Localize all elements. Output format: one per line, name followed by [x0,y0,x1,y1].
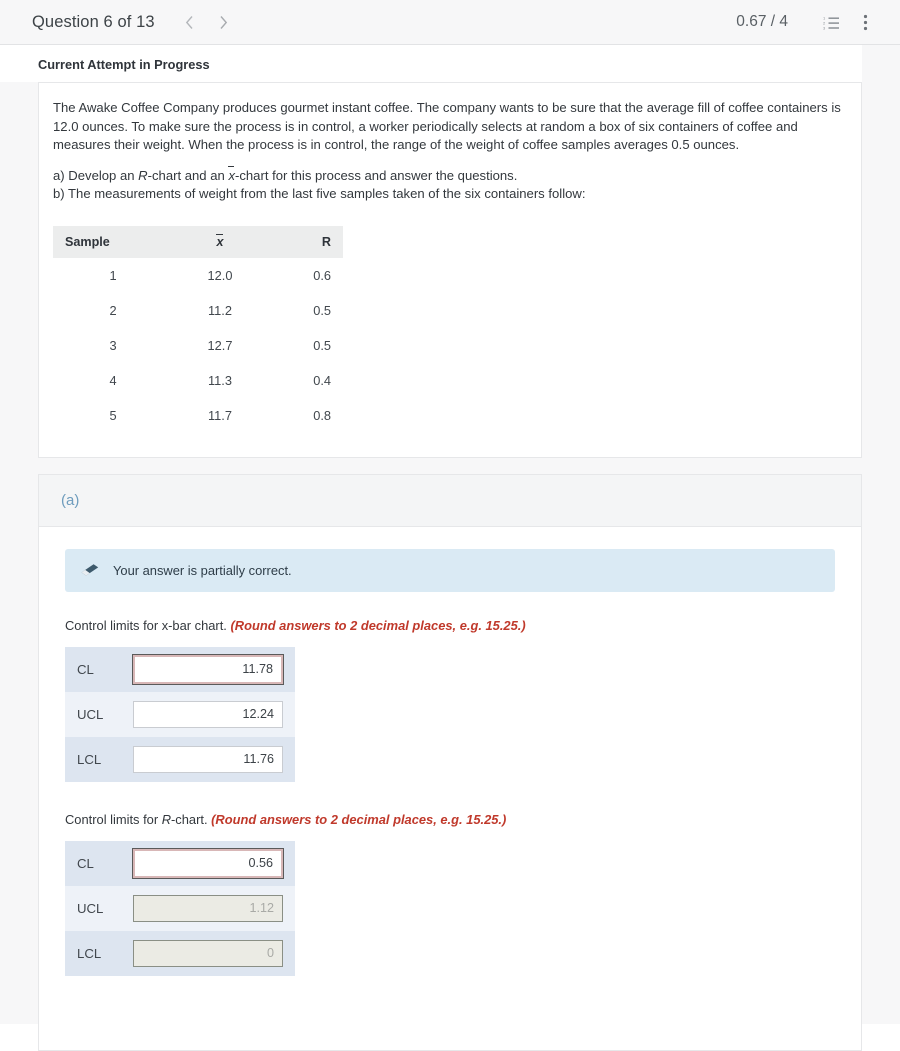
xbar-prompt-text: Control limits for x-bar chart. [65,617,231,633]
part-a-suffix: -chart for this process and answer the q… [234,167,518,183]
question-card: The Awake Coffee Company produces gourme… [38,82,862,458]
xbar-cl-row: CL 11.78 [65,646,295,692]
attempt-status-label: Current Attempt in Progress [38,57,210,72]
cell-sample: 5 [109,407,117,423]
cell-range: 0.6 [313,267,331,283]
question-list-button[interactable]: 1 2 3 [818,9,844,35]
xbar-cl-label: CL [77,661,94,677]
table-row: 4 11.3 0.4 [53,363,343,398]
eraser-icon [81,564,99,577]
question-text: The Awake Coffee Company produces gourme… [39,99,861,204]
part-a-mid: -chart and an [147,167,229,183]
attempt-status-bar: Current Attempt in Progress [0,45,862,82]
sample-data-table: Sample x R 1 12.0 0.6 2 11.2 0.5 3 12.7 … [53,225,343,433]
cell-xbar: 11.3 [208,372,232,388]
chevron-right-icon [220,15,228,29]
cell-xbar: 11.7 [208,407,232,423]
chevron-left-icon [186,15,193,29]
score-display: 0.67 / 4 [736,13,788,30]
next-question-button[interactable] [207,5,241,39]
xbar-lcl-input[interactable]: 11.76 [133,745,283,773]
cell-sample: 3 [109,337,117,353]
page-title: Question 6 of 13 [32,12,155,31]
rchart-cl-row: CL 0.56 [65,840,295,886]
card-bottom-spacer [65,1006,835,1036]
rchart-prompt-pre: Control limits for [65,811,162,827]
rchart-prompt: Control limits for R-chart. (Round answe… [65,812,835,827]
question-part-b-line: b) The measurements of weight from the l… [53,186,586,202]
cell-xbar: 11.2 [208,302,232,318]
cell-range: 0.5 [313,302,331,318]
table-header-row: Sample x R [53,225,343,258]
xbar-lcl-row: LCL 11.76 [65,736,295,782]
rchart-lcl-row: LCL 0 [65,930,295,976]
cell-xbar: 12.0 [207,267,233,283]
part-a-card: (a) Your answer is partially correct. Co… [38,473,862,1051]
rchart-answer-grid: CL 0.56 UCL 1.12 LCL 0 [65,840,295,976]
part-a-xbar-symbol: x [228,165,235,186]
rchart-prompt-hint: (Round answers to 2 decimal places, e.g.… [211,811,507,827]
more-options-button[interactable] [852,9,878,35]
previous-question-button[interactable] [173,5,207,39]
part-a-r-symbol: R [138,167,148,183]
xbar-cl-input[interactable]: 11.78 [132,653,284,685]
rchart-ucl-row: UCL 1.12 [65,885,295,931]
numbered-list-icon: 1 2 3 [823,15,839,30]
question-paragraph-1: The Awake Coffee Company produces gourme… [53,100,841,153]
table-row: 1 12.0 0.6 [53,258,343,293]
rchart-cl-input[interactable]: 0.56 [132,847,284,879]
column-header-xbar: x [173,225,267,258]
xbar-ucl-row: UCL 12.24 [65,691,295,737]
rchart-ucl-input: 1.12 [133,894,283,922]
rchart-prompt-r-symbol: R [161,811,172,827]
rchart-lcl-label: LCL [77,945,102,961]
cell-xbar: 12.7 [207,337,233,353]
table-row: 5 11.7 0.8 [53,398,343,433]
cell-range: 0.8 [313,407,331,423]
cell-range: 0.5 [313,337,331,353]
part-a-label: (a) [61,491,80,509]
cell-sample: 4 [109,372,117,388]
part-a-prefix: a) Develop an [53,167,139,183]
feedback-text: Your answer is partially correct. [113,562,292,578]
xbar-ucl-label: UCL [77,706,104,722]
question-toolbar: Question 6 of 13 0.67 / 4 1 2 3 [0,0,900,45]
xbar-prompt: Control limits for x-bar chart. (Round a… [65,618,835,633]
xbar-answer-grid: CL 11.78 UCL 12.24 LCL 11.76 [65,646,295,782]
table-row: 2 11.2 0.5 [53,293,343,328]
xbar-lcl-label: LCL [77,751,102,767]
column-header-xbar-symbol: x [216,233,224,249]
cell-sample: 1 [109,267,117,283]
part-a-header: (a) [39,474,861,527]
cell-sample: 2 [109,302,117,318]
column-header-range: R [267,225,343,258]
table-body: 1 12.0 0.6 2 11.2 0.5 3 12.7 0.5 4 11.3 [53,258,343,433]
xbar-ucl-input[interactable]: 12.24 [133,700,283,728]
column-header-sample: Sample [53,225,173,258]
feedback-banner: Your answer is partially correct. [65,548,835,592]
part-a-body: Your answer is partially correct. Contro… [39,527,861,1046]
rchart-lcl-input: 0 [133,939,283,967]
rchart-ucl-label: UCL [77,900,104,916]
svg-text:3: 3 [823,25,826,30]
rchart-prompt-post: -chart. [171,811,212,827]
kebab-menu-icon [863,14,867,30]
xbar-prompt-hint: (Round answers to 2 decimal places, e.g.… [230,617,526,633]
question-page: Current Attempt in Progress The Awake Co… [0,45,900,1051]
rchart-cl-label: CL [77,855,94,871]
table-row: 3 12.7 0.5 [53,328,343,363]
cell-range: 0.4 [313,372,331,388]
question-part-a-line: a) Develop an R-chart and an x-chart for… [53,165,841,186]
